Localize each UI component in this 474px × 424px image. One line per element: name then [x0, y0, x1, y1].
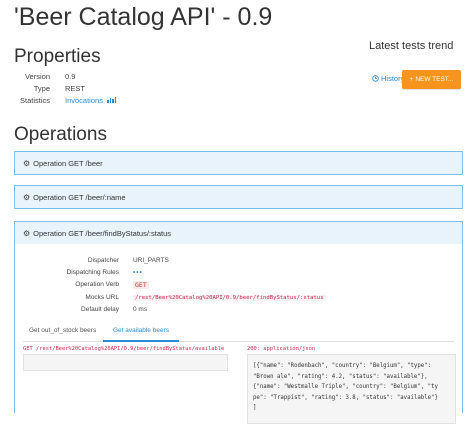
dispatching-rules-toggle[interactable]: ••• [133, 267, 143, 279]
latest-tests-heading: Latest tests trend [369, 40, 454, 52]
operations-heading: Operations [14, 124, 107, 145]
dispatcher-value: URI_PARTS [133, 257, 169, 264]
history-link[interactable]: History [372, 74, 404, 83]
tab-out-of-stock-beers[interactable]: Get out_of_stock beers [29, 321, 96, 340]
verb-label: Operation Verb [75, 281, 119, 288]
version-value: 0.9 [65, 72, 76, 81]
request-body [23, 354, 228, 371]
new-test-button[interactable]: + NEW TEST... [402, 70, 461, 89]
clock-icon [372, 75, 379, 82]
gear-icon: ⚙ [23, 228, 31, 238]
mocks-url-row: Mocks URL /rest/Beer%20Catalog%20API/0.9… [15, 292, 326, 304]
operation-panel-get-beer-name: ⚙ Operation GET /beer/:name [14, 185, 463, 209]
operation-label: Operation GET /beer [33, 158, 103, 168]
type-row: Type REST [14, 83, 116, 95]
properties-list: Version 0.9 Type REST Statistics Invocat… [14, 71, 117, 107]
operation-details: Dispatcher URI_PARTS Dispatching Rules •… [15, 255, 326, 316]
history-link-label: History [381, 74, 405, 83]
statistics-row: Statistics Invocations [14, 95, 117, 107]
gear-icon: ⚙ [23, 158, 31, 168]
version-row: Version 0.9 [14, 71, 116, 83]
dispatcher-label: Dispatcher [87, 257, 119, 264]
verb-value: GET [133, 281, 149, 289]
operation-label: Operation GET /beer/findByStatus/:status [33, 228, 172, 238]
operation-panel-get-beer: ⚙ Operation GET /beer [14, 151, 463, 175]
tab-available-beers[interactable]: Get available beers [103, 321, 179, 342]
response-line: 200: application/json [247, 346, 316, 352]
dispatching-rules-row: Dispatching Rules ••• [15, 267, 326, 279]
operation-panel-find-by-status: ⚙ Operation GET /beer/findByStatus/:stat… [14, 221, 463, 424]
default-delay-row: Default delay 0 ms [15, 304, 326, 316]
verb-row: Operation Verb GET [15, 279, 326, 292]
operation-header[interactable]: ⚙ Operation GET /beer [15, 152, 462, 174]
invocations-link[interactable]: Invocations [65, 95, 117, 107]
version-label: Version [24, 72, 50, 81]
properties-heading: Properties [14, 46, 101, 67]
type-value: REST [65, 84, 86, 93]
invocations-link-label: Invocations [65, 96, 103, 105]
dispatching-rules-label: Dispatching Rules [66, 269, 119, 276]
bar-chart-icon [107, 97, 117, 103]
page-title: 'Beer Catalog API' - 0.9 [14, 3, 273, 31]
plus-icon: + [409, 76, 414, 83]
default-delay-label: Default delay [81, 306, 119, 313]
operation-header[interactable]: ⚙ Operation GET /beer/findByStatus/:stat… [15, 222, 462, 244]
statistics-label: Statistics [19, 96, 50, 105]
request-line: GET /rest/Beer%20Catalog%20API/0.9/beer/… [23, 346, 225, 352]
mocks-url-label: Mocks URL [85, 294, 119, 301]
type-label: Type [33, 84, 50, 93]
operation-header[interactable]: ⚙ Operation GET /beer/:name [15, 186, 462, 208]
mocks-url-value: /rest/Beer%20Catalog%20API/0.9/beer/find… [133, 295, 326, 301]
gear-icon: ⚙ [23, 192, 31, 202]
new-test-button-label: NEW TEST... [415, 76, 454, 83]
response-body: [{"name": "Rodenbach", "country": "Belgi… [247, 354, 456, 424]
default-delay-value: 0 ms [133, 306, 148, 313]
dispatcher-row: Dispatcher URI_PARTS [15, 255, 326, 267]
operation-label: Operation GET /beer/:name [33, 192, 126, 202]
examples-tabs: Get out_of_stock beers Get available bee… [23, 321, 454, 342]
